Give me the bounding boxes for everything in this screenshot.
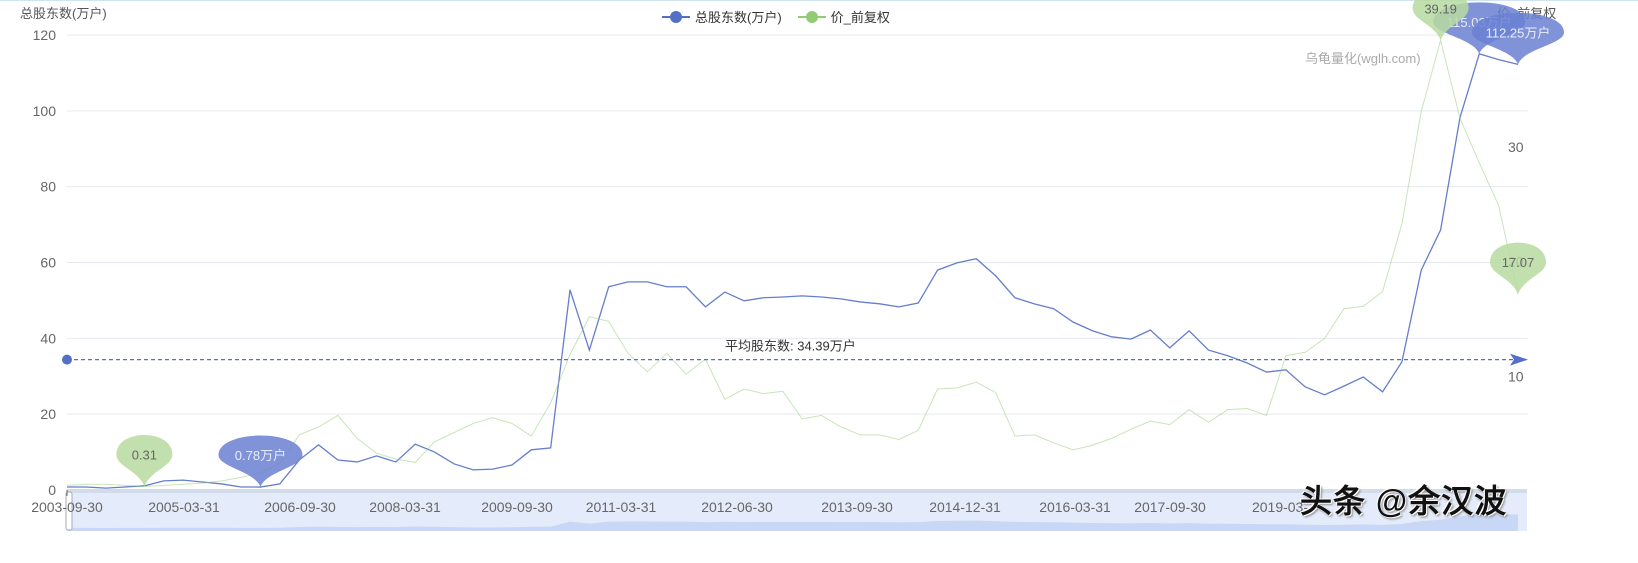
left-axis-tick-label: 60 bbox=[40, 255, 56, 271]
mark-point-label: 0.78万户 bbox=[235, 448, 286, 463]
left-axis-tick-label: 120 bbox=[33, 27, 57, 43]
mark-point-label: 17.07 bbox=[1502, 255, 1535, 270]
x-axis-tick-label: 2003-09-30 bbox=[31, 499, 103, 515]
mark-point-label: 39.19 bbox=[1424, 1, 1457, 16]
x-axis-tick-label: 2016-03-31 bbox=[1039, 499, 1111, 515]
x-axis-tick-label: 2011-03-31 bbox=[586, 499, 657, 515]
mark-line-start-dot bbox=[62, 354, 72, 365]
x-axis-tick-label: 2014-12-31 bbox=[929, 499, 1001, 515]
mark-point-label: 0.31 bbox=[132, 447, 157, 462]
watermark-site: 乌龟量化(wglh.com) bbox=[1305, 51, 1421, 66]
series-line-1 bbox=[66, 38, 1519, 487]
mark-point-label: 112.25万户 bbox=[1486, 25, 1551, 40]
left-axis-tick-label: 40 bbox=[40, 330, 56, 346]
x-axis-tick-label: 2013-09-30 bbox=[821, 499, 893, 515]
right-axis-tick-label: 10 bbox=[1508, 368, 1524, 384]
x-axis-tick-label: 2005-03-31 bbox=[148, 499, 220, 515]
left-axis-tick-label: 100 bbox=[33, 103, 57, 119]
left-axis-tick-label: 20 bbox=[40, 406, 56, 422]
watermark-author: 头条 @余汉波 bbox=[1300, 483, 1508, 519]
x-axis-tick-label: 2009-09-30 bbox=[481, 499, 553, 515]
average-mark-label: 平均股东数: 34.39万户 bbox=[725, 339, 856, 354]
x-axis-tick-label: 2017-09-30 bbox=[1134, 499, 1206, 515]
x-axis-tick-label: 2012-06-30 bbox=[701, 499, 773, 515]
x-axis-tick-label: 2006-09-30 bbox=[264, 499, 336, 515]
series-line-0 bbox=[67, 53, 1519, 489]
left-axis-tick-label: 0 bbox=[48, 482, 56, 498]
left-axis-tick-label: 80 bbox=[40, 179, 56, 195]
x-axis-tick-label: 2008-03-31 bbox=[369, 499, 441, 515]
right-axis-tick-label: 30 bbox=[1508, 139, 1524, 155]
